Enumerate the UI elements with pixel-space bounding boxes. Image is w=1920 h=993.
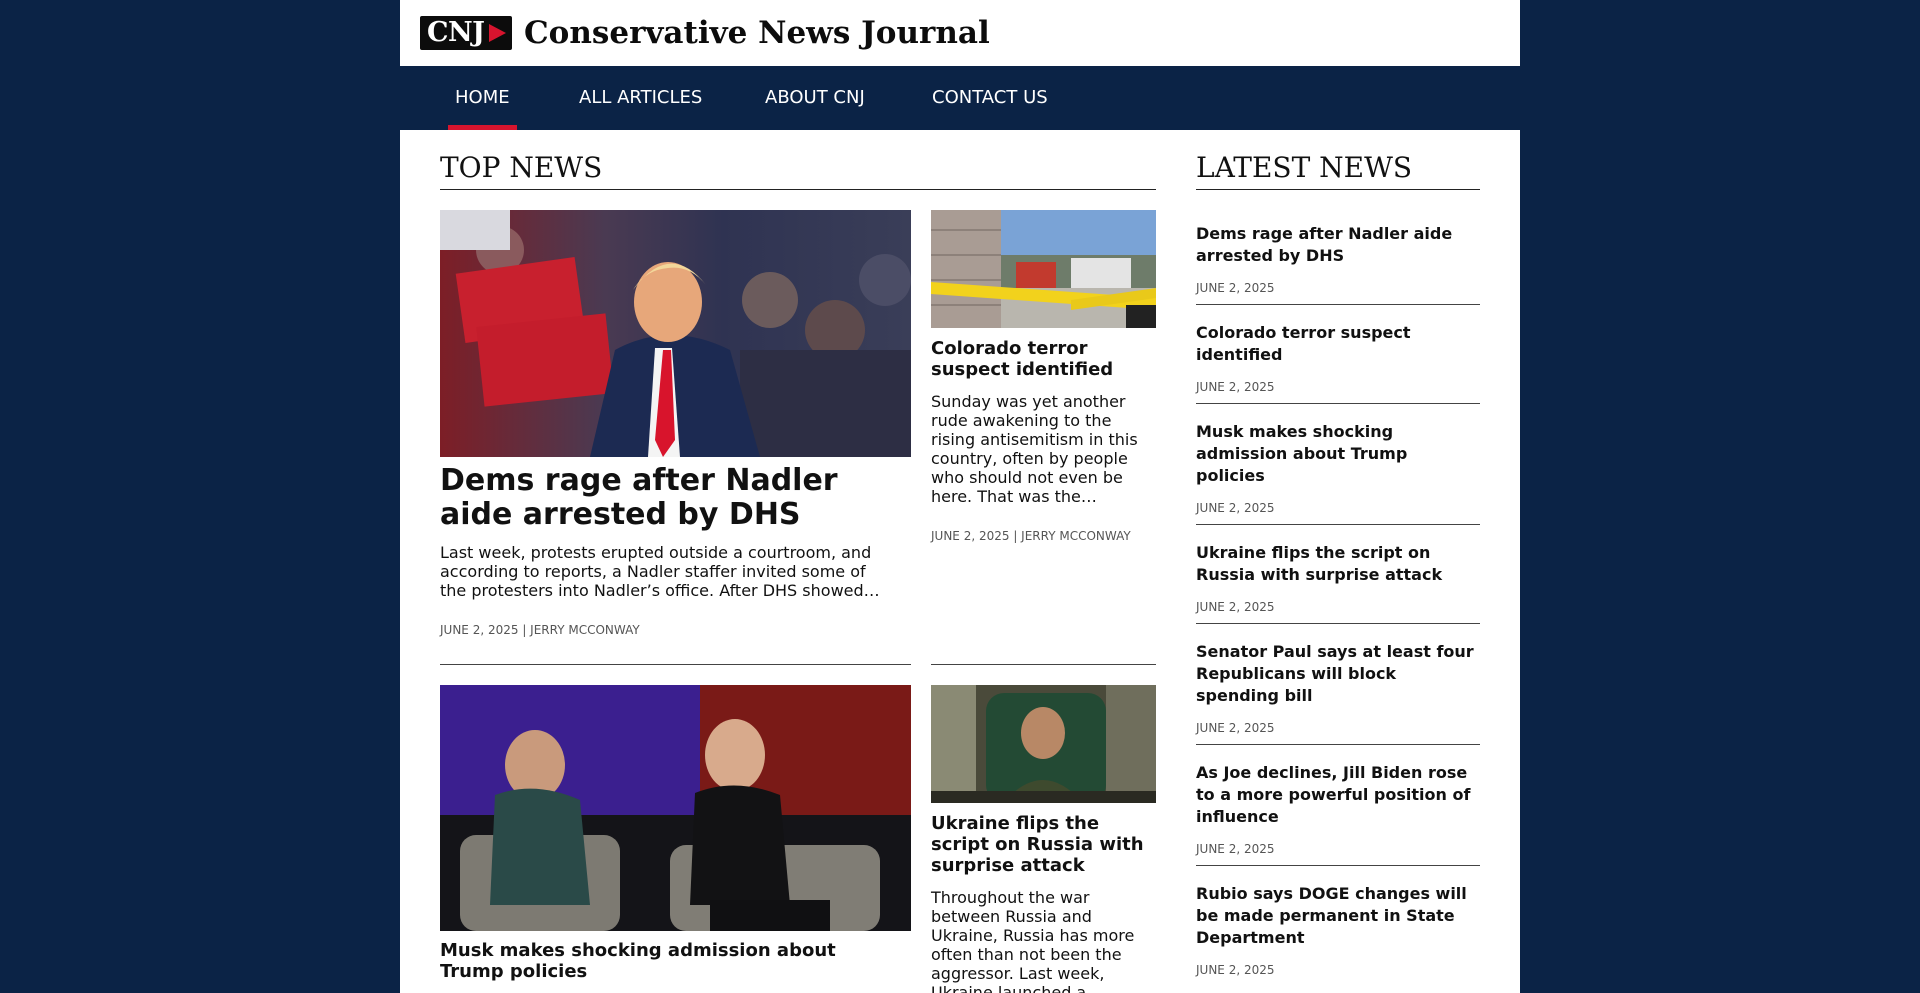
- masthead: CNJ Conservative News Journal: [400, 0, 1520, 66]
- latest-news-list: Dems rage after Nadler aide arrested by …: [1196, 206, 1480, 986]
- latest-news-heading: LATEST NEWS: [1196, 150, 1480, 190]
- latest-news-title[interactable]: As Joe declines, Jill Biden rose to a mo…: [1196, 762, 1480, 828]
- divider: [931, 664, 1156, 665]
- latest-news-item: Ukraine flips the script on Russia with …: [1196, 525, 1480, 624]
- latest-news-date: JUNE 2, 2025: [1196, 842, 1275, 856]
- divider: [440, 664, 911, 665]
- latest-news-title[interactable]: Ukraine flips the script on Russia with …: [1196, 542, 1480, 586]
- latest-news-date: JUNE 2, 2025: [1196, 380, 1275, 394]
- latest-news-date: JUNE 2, 2025: [1196, 501, 1275, 515]
- latest-news-item: Senator Paul says at least four Republic…: [1196, 624, 1480, 745]
- latest-news-item: Dems rage after Nadler aide arrested by …: [1196, 206, 1480, 305]
- main-nav: HOME ALL ARTICLES ABOUT CNJ CONTACT US: [400, 66, 1520, 130]
- latest-news-date: JUNE 2, 2025: [1196, 721, 1275, 735]
- side-article-title[interactable]: Colorado terror suspect identified: [931, 338, 1156, 380]
- latest-news-date: JUNE 2, 2025: [1196, 963, 1275, 977]
- second-article-image[interactable]: [440, 685, 911, 931]
- page: CNJ Conservative News Journal HOME ALL A…: [400, 0, 1520, 993]
- second-article-title[interactable]: Musk makes shocking admission about Trum…: [440, 940, 900, 982]
- latest-news-title[interactable]: Rubio says DOGE changes will be made per…: [1196, 883, 1480, 949]
- featured-article-title[interactable]: Dems rage after Nadler aide arrested by …: [440, 464, 900, 532]
- nav-item-about[interactable]: ABOUT CNJ: [765, 66, 865, 130]
- site-logo[interactable]: CNJ: [420, 16, 512, 50]
- latest-news-item: As Joe declines, Jill Biden rose to a mo…: [1196, 745, 1480, 866]
- featured-article-excerpt: Last week, protests erupted outside a co…: [440, 543, 880, 600]
- side-article-image[interactable]: [931, 210, 1156, 328]
- nav-item-all-articles[interactable]: ALL ARTICLES: [579, 66, 702, 130]
- featured-article-meta: JUNE 2, 2025 | JERRY MCCONWAY: [440, 623, 640, 637]
- side-article-excerpt: Sunday was yet another rude awakening to…: [931, 392, 1138, 506]
- latest-news-item: Colorado terror suspect identified JUNE …: [1196, 305, 1480, 404]
- latest-news-date: JUNE 2, 2025: [1196, 281, 1275, 295]
- latest-news-title[interactable]: Colorado terror suspect identified: [1196, 322, 1480, 366]
- second-side-article-title[interactable]: Ukraine flips the script on Russia with …: [931, 813, 1156, 876]
- top-news-heading: TOP NEWS: [440, 150, 1156, 190]
- featured-article-image[interactable]: [440, 210, 911, 457]
- latest-news-title[interactable]: Dems rage after Nadler aide arrested by …: [1196, 223, 1480, 267]
- play-icon: [489, 24, 506, 42]
- second-side-article-image[interactable]: [931, 685, 1156, 803]
- nav-item-home[interactable]: HOME: [448, 66, 517, 130]
- latest-news-item: Rubio says DOGE changes will be made per…: [1196, 866, 1480, 986]
- nav-item-contact[interactable]: CONTACT US: [932, 66, 1048, 130]
- second-side-article-excerpt: Throughout the war between Russia and Uk…: [931, 888, 1135, 993]
- latest-news-item: Musk makes shocking admission about Trum…: [1196, 404, 1480, 525]
- latest-news-title[interactable]: Musk makes shocking admission about Trum…: [1196, 421, 1480, 487]
- logo-text: CNJ: [427, 17, 485, 48]
- side-article-meta: JUNE 2, 2025 | JERRY MCCONWAY: [931, 529, 1131, 543]
- main-content: TOP NEWS Dems rage after Nadler aide arr…: [400, 130, 1520, 993]
- site-title[interactable]: Conservative News Journal: [524, 14, 990, 52]
- latest-news-date: JUNE 2, 2025: [1196, 600, 1275, 614]
- latest-news-title[interactable]: Senator Paul says at least four Republic…: [1196, 641, 1480, 707]
